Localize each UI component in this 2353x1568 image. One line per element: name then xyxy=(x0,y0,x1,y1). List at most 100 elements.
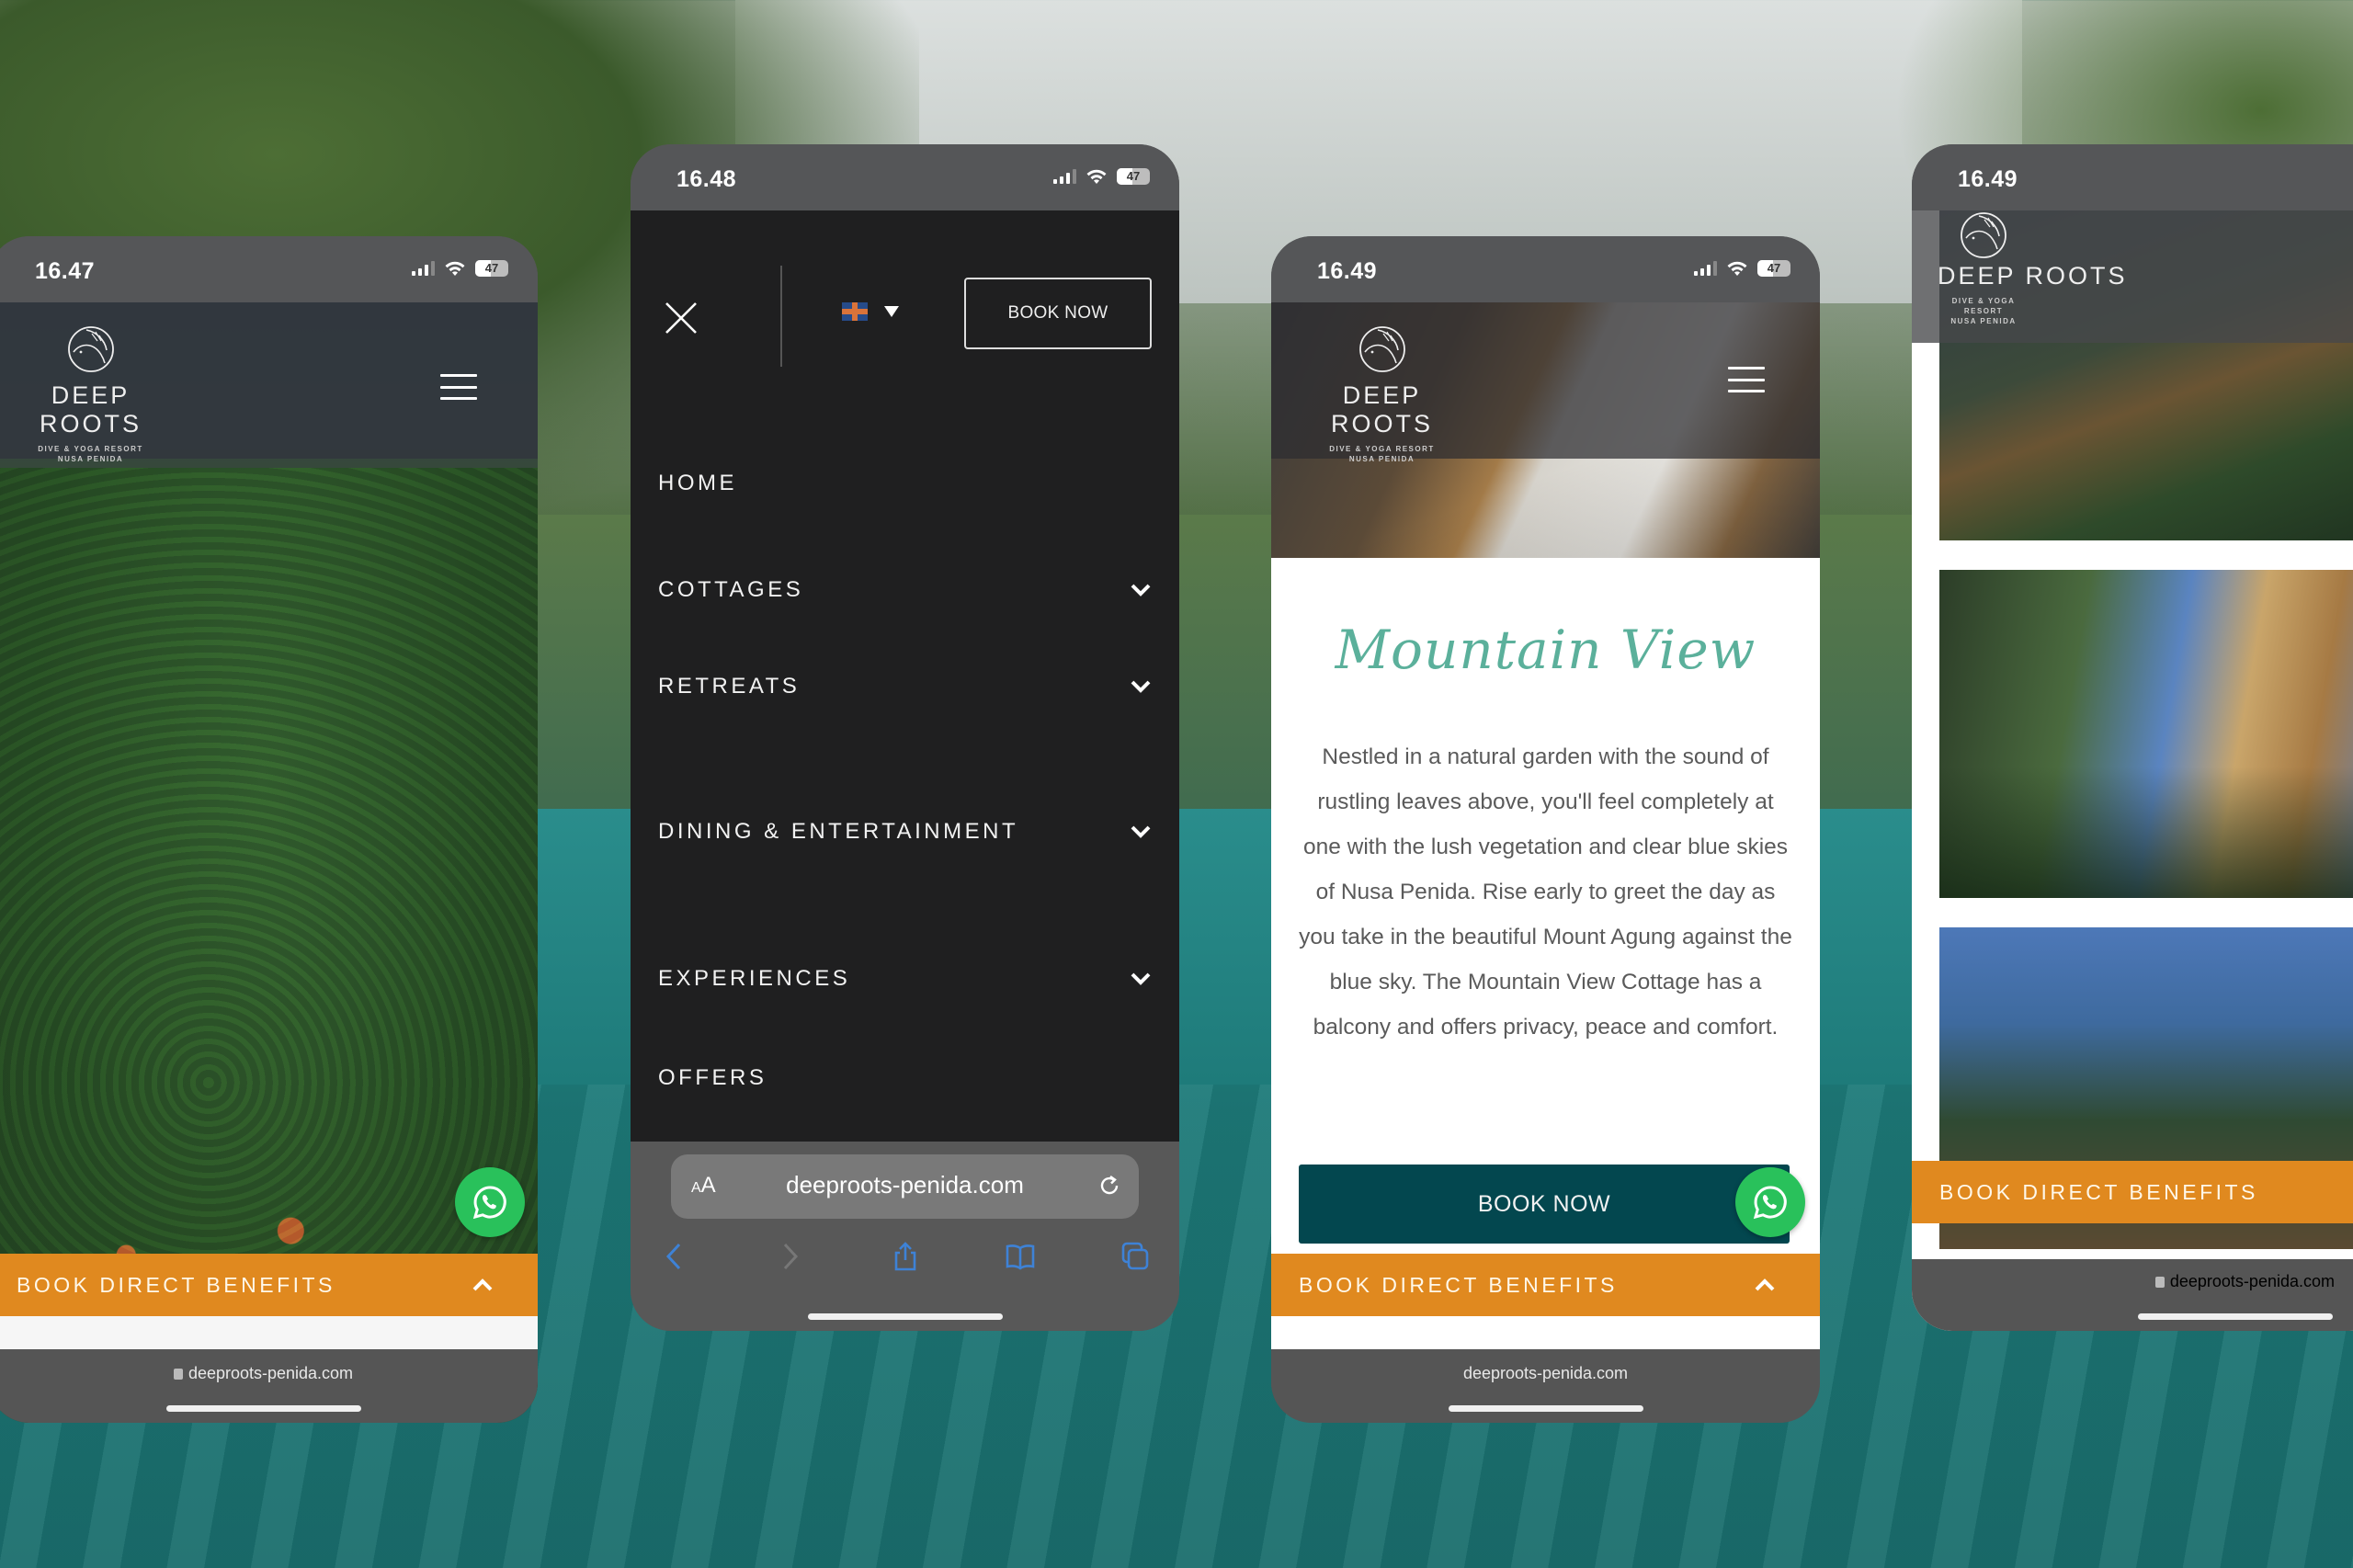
menu-item-dining-entertainment[interactable]: DINING & ENTERTAINMENT xyxy=(658,806,1152,858)
chevron-down-icon[interactable] xyxy=(1130,824,1152,840)
phone-menu-screen: 16.48 47 BOOK NOW HOME COTTAGES RETREATS xyxy=(631,144,1179,1331)
menu-item-home[interactable]: HOME xyxy=(658,458,1152,509)
fish-leaf-circle-icon xyxy=(67,326,114,372)
phone-home-screen: 16.47 47 DEEP ROOTS DIVE & YOGA RESORT NU… xyxy=(0,236,538,1423)
brand-logo[interactable]: DEEP ROOTS DIVE & YOGA RESORT NUSA PENIDA xyxy=(1297,324,1467,464)
forward-button[interactable] xyxy=(771,1238,808,1275)
url-label[interactable]: deeproots-penida.com xyxy=(0,1364,538,1383)
status-bar: 16.49 47 xyxy=(1271,236,1820,302)
phone-gallery-screen: 16.49 DEEP ROOTS DIVE & YOGA RESORT NUSA … xyxy=(1912,144,2353,1331)
brand-tagline: DIVE & YOGA RESORT NUSA PENIDA xyxy=(38,445,143,463)
brand-tagline: DIVE & YOGA RESORT NUSA PENIDA xyxy=(1329,445,1435,463)
brand-logo[interactable]: DEEP ROOTS DIVE & YOGA RESORT NUSA PENIDA xyxy=(6,324,176,464)
gallery-image[interactable] xyxy=(1939,570,2353,898)
status-time: 16.47 xyxy=(35,258,96,284)
menu-item-label: EXPERIENCES xyxy=(658,966,851,991)
fish-leaf-circle-icon xyxy=(1961,212,2006,258)
chevron-up-icon xyxy=(472,1278,493,1291)
browser-footer: deeproots-penida.com xyxy=(0,1349,538,1423)
hamburger-menu-button[interactable] xyxy=(440,374,477,400)
whatsapp-icon xyxy=(1753,1186,1787,1220)
menu-item-experiences[interactable]: EXPERIENCES xyxy=(658,953,1152,1005)
site-header: DEEP ROOTS DIVE & YOGA RESORT NUSA PENIDA xyxy=(1912,210,2353,343)
menu-item-label: RETREATS xyxy=(658,674,801,699)
whatsapp-icon xyxy=(472,1186,506,1220)
brand-name: DEEP ROOTS xyxy=(39,381,142,437)
cottage-description: Nestled in a natural garden with the sou… xyxy=(1299,744,1792,1040)
cellular-signal-icon xyxy=(1694,261,1717,276)
caret-down-icon xyxy=(884,306,899,317)
menu-item-label: COTTAGES xyxy=(658,577,804,602)
cottage-title: Mountain View xyxy=(1335,619,1756,681)
chevron-up-icon xyxy=(1755,1278,1775,1291)
status-time: 16.49 xyxy=(1317,258,1378,284)
menu-item-label: OFFERS xyxy=(658,1065,767,1090)
brand-tagline: DIVE & YOGA RESORT NUSA PENIDA xyxy=(1950,297,2017,325)
menu-item-label: DINING & ENTERTAINMENT xyxy=(658,819,1019,844)
address-bar[interactable]: AA deeproots-penida.com xyxy=(671,1154,1139,1219)
brand-name: DEEP ROOTS xyxy=(1938,262,2128,290)
chevron-down-icon[interactable] xyxy=(1130,582,1152,598)
home-indicator xyxy=(165,1405,361,1412)
page-bottom-strip xyxy=(0,1316,538,1349)
site-header: DEEP ROOTS DIVE & YOGA RESORT NUSA PENIDA xyxy=(0,302,538,463)
share-button[interactable] xyxy=(887,1238,924,1275)
url-label[interactable]: deeproots-penida.com xyxy=(2154,1272,2335,1291)
chevron-right-icon xyxy=(784,1243,799,1270)
status-time: 16.48 xyxy=(676,166,737,192)
menu-item-cottages[interactable]: COTTAGES xyxy=(658,564,1152,616)
wifi-icon xyxy=(1086,169,1107,184)
cellular-signal-icon xyxy=(412,261,435,276)
menu-item-offers[interactable]: OFFERS xyxy=(658,1052,1152,1104)
browser-footer: deeproots-penida.com xyxy=(1912,1259,2353,1331)
battery-icon: 47 xyxy=(475,260,508,277)
fish-leaf-circle-icon xyxy=(1358,326,1405,372)
wifi-icon xyxy=(445,261,465,276)
bookmarks-button[interactable] xyxy=(1002,1238,1039,1275)
uk-flag-icon xyxy=(842,302,868,321)
address-url: deeproots-penida.com xyxy=(786,1171,1024,1199)
whatsapp-button[interactable] xyxy=(455,1167,525,1237)
back-button[interactable] xyxy=(656,1238,693,1275)
home-indicator xyxy=(1448,1405,1643,1412)
lock-icon xyxy=(173,1369,183,1380)
cottage-content: Mountain View Nestled in a natural garde… xyxy=(1271,558,1820,1266)
language-selector[interactable] xyxy=(842,302,899,321)
whatsapp-button[interactable] xyxy=(1735,1167,1805,1237)
book-direct-benefits-bar[interactable]: BOOK DIRECT BENEFITS xyxy=(1271,1254,1820,1316)
share-icon xyxy=(894,1242,915,1271)
battery-icon: 47 xyxy=(1757,260,1790,277)
close-icon[interactable] xyxy=(664,301,699,335)
home-indicator xyxy=(807,1313,1003,1320)
url-label[interactable]: deeproots-penida.com xyxy=(1271,1364,1820,1383)
benefits-label: BOOK DIRECT BENEFITS xyxy=(17,1272,335,1297)
browser-footer: deeproots-penida.com xyxy=(1271,1349,1820,1423)
book-direct-benefits-bar[interactable]: BOOK DIRECT BENEFITS xyxy=(1912,1161,2353,1223)
book-icon xyxy=(1006,1244,1035,1270)
chevron-left-icon xyxy=(665,1243,681,1270)
brand-name: DEEP ROOTS xyxy=(1330,381,1433,437)
book-now-button[interactable]: BOOK NOW xyxy=(964,278,1152,349)
tabs-button[interactable] xyxy=(1117,1238,1154,1275)
benefits-label: BOOK DIRECT BENEFITS xyxy=(1299,1272,1618,1297)
tabs-icon xyxy=(1121,1242,1149,1270)
book-now-button[interactable]: BOOK NOW xyxy=(1299,1165,1790,1244)
page-bottom-strip xyxy=(1271,1316,1820,1349)
chevron-down-icon[interactable] xyxy=(1130,971,1152,987)
chevron-down-icon[interactable] xyxy=(1130,678,1152,695)
menu-item-label: HOME xyxy=(658,471,737,495)
home-indicator xyxy=(2138,1313,2333,1320)
wifi-icon xyxy=(1727,261,1747,276)
status-bar: 16.48 47 xyxy=(631,144,1179,210)
divider xyxy=(780,266,782,367)
reload-icon[interactable] xyxy=(1097,1173,1122,1199)
site-header: DEEP ROOTS DIVE & YOGA RESORT NUSA PENIDA xyxy=(1271,302,1820,463)
book-direct-benefits-bar[interactable]: BOOK DIRECT BENEFITS xyxy=(0,1254,538,1316)
benefits-label: BOOK DIRECT BENEFITS xyxy=(1939,1179,2258,1204)
navigation-menu: BOOK NOW HOME COTTAGES RETREATS DINING &… xyxy=(631,210,1179,1142)
status-bar: 16.49 xyxy=(1912,144,2353,210)
hamburger-menu-button[interactable] xyxy=(1728,367,1765,392)
brand-logo[interactable]: DEEP ROOTS DIVE & YOGA RESORT NUSA PENIDA xyxy=(1938,210,2128,326)
menu-top-bar: BOOK NOW xyxy=(631,266,1179,369)
menu-item-retreats[interactable]: RETREATS xyxy=(658,661,1152,712)
